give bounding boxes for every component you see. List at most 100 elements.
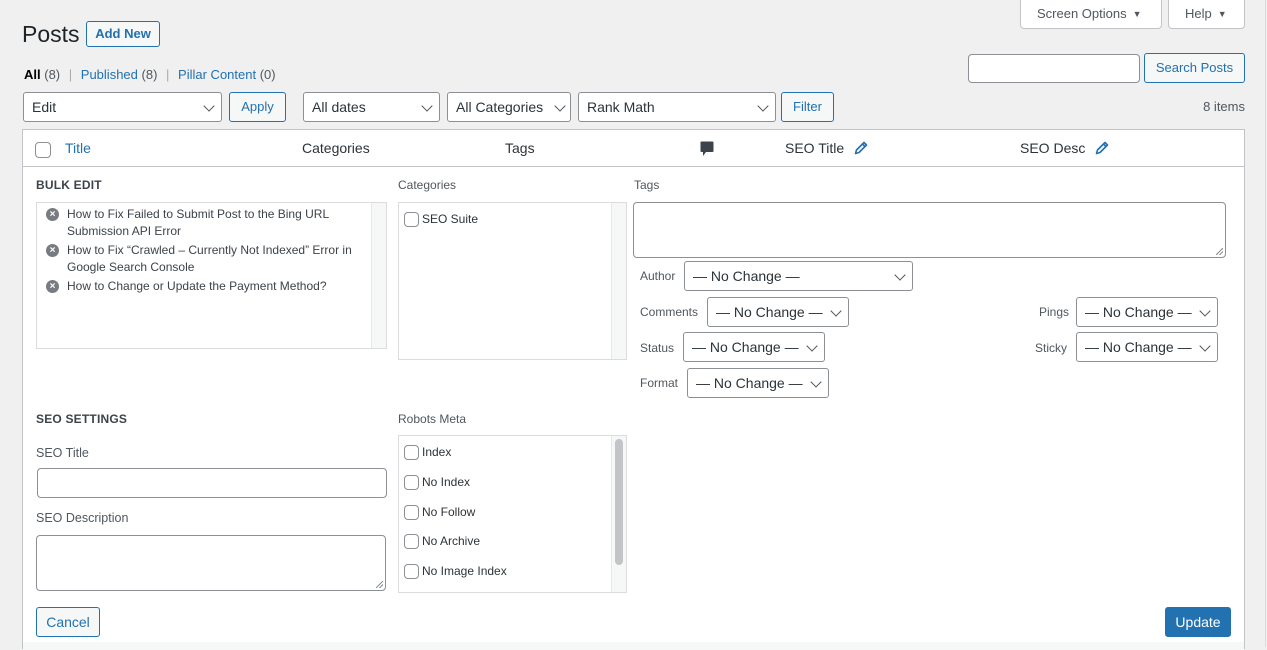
search-input[interactable] bbox=[968, 54, 1140, 83]
robots-label: No Index bbox=[422, 475, 471, 489]
robots-item[interactable]: No Archive bbox=[404, 534, 480, 549]
comment-bubble-icon[interactable] bbox=[700, 141, 714, 160]
robots-checkbox[interactable] bbox=[404, 534, 419, 549]
posts-table: Title Categories Tags SEO Title SEO Desc… bbox=[22, 129, 1245, 650]
sticky-select[interactable]: — No Change — bbox=[1076, 332, 1218, 362]
robots-checkbox[interactable] bbox=[404, 445, 419, 460]
filter-button[interactable]: Filter bbox=[781, 92, 834, 122]
cancel-button[interactable]: Cancel bbox=[36, 607, 100, 637]
tags-textarea[interactable] bbox=[633, 202, 1226, 258]
resize-handle-icon[interactable] bbox=[1216, 248, 1223, 255]
remove-post-icon[interactable]: × bbox=[46, 280, 59, 293]
view-all-count: (8) bbox=[44, 67, 61, 82]
column-title[interactable]: Title bbox=[65, 140, 91, 156]
pings-select[interactable]: — No Change — bbox=[1076, 297, 1218, 327]
bulk-action-select[interactable]: Edit bbox=[23, 92, 222, 122]
tags-label: Tags bbox=[634, 178, 660, 192]
pencil-icon[interactable] bbox=[1095, 141, 1109, 155]
pings-value: — No Change — bbox=[1085, 304, 1192, 320]
view-published[interactable]: Published bbox=[81, 67, 138, 82]
bulk-title-text: How to Fix Failed to Submit Post to the … bbox=[67, 207, 329, 238]
bulk-edit-heading: BULK EDIT bbox=[36, 178, 102, 192]
seo-description-textarea[interactable] bbox=[36, 535, 386, 591]
post-status-views: All (8) | Published (8) | Pillar Content… bbox=[24, 67, 276, 82]
column-seo-desc-label: SEO Desc bbox=[1020, 140, 1086, 156]
column-tags: Tags bbox=[505, 140, 535, 156]
remove-post-icon[interactable]: × bbox=[46, 208, 59, 221]
resize-handle-icon[interactable] bbox=[376, 581, 383, 588]
comments-select[interactable]: — No Change — bbox=[707, 297, 849, 327]
scrollbar[interactable] bbox=[371, 203, 386, 348]
column-seo-title-label: SEO Title bbox=[785, 140, 845, 156]
chevron-down-icon bbox=[1199, 340, 1211, 352]
search-posts-button[interactable]: Search Posts bbox=[1144, 53, 1245, 83]
bulk-title-text: How to Fix “Crawled – Currently Not Inde… bbox=[67, 243, 352, 274]
seo-filter-value: Rank Math bbox=[587, 99, 655, 115]
robots-item[interactable]: No Index bbox=[404, 475, 470, 490]
help-button[interactable]: Help ▼ bbox=[1168, 0, 1245, 29]
bulk-title-text: How to Change or Update the Payment Meth… bbox=[67, 279, 327, 293]
help-label: Help bbox=[1185, 6, 1212, 21]
category-item[interactable]: SEO Suite bbox=[404, 212, 478, 227]
chevron-down-icon bbox=[806, 340, 818, 352]
add-new-button[interactable]: Add New bbox=[86, 21, 160, 47]
dropdown-arrow-icon: ▼ bbox=[1217, 9, 1227, 19]
robots-item[interactable]: Index bbox=[404, 445, 451, 460]
remove-post-icon[interactable]: × bbox=[46, 244, 59, 257]
select-all-checkbox[interactable] bbox=[35, 142, 51, 158]
robots-label: No Follow bbox=[422, 505, 476, 519]
apply-button[interactable]: Apply bbox=[229, 92, 286, 122]
category-checkbox[interactable] bbox=[404, 212, 419, 227]
view-separator: | bbox=[68, 67, 73, 82]
view-pillar-content-count: (0) bbox=[259, 67, 276, 82]
chevron-down-icon bbox=[894, 269, 906, 281]
author-label: Author bbox=[640, 269, 676, 283]
view-separator: | bbox=[166, 67, 170, 82]
robots-label: No Archive bbox=[422, 534, 481, 548]
scrollbar-thumb[interactable] bbox=[615, 439, 623, 565]
seo-title-input[interactable] bbox=[37, 468, 387, 498]
robots-checkbox[interactable] bbox=[404, 564, 419, 579]
column-seo-title: SEO Title bbox=[785, 140, 868, 156]
category-filter-select[interactable]: All Categories bbox=[447, 92, 571, 122]
author-select[interactable]: — No Change — bbox=[684, 261, 913, 291]
view-all[interactable]: All bbox=[24, 67, 41, 82]
pencil-icon[interactable] bbox=[854, 141, 868, 155]
scrollbar[interactable] bbox=[611, 203, 626, 359]
robots-item[interactable]: No Follow bbox=[404, 505, 475, 520]
chevron-down-icon bbox=[757, 100, 769, 112]
date-filter-select[interactable]: All dates bbox=[303, 92, 440, 122]
view-pillar-content[interactable]: Pillar Content bbox=[178, 67, 256, 82]
categories-checklist: SEO Suite bbox=[398, 202, 627, 360]
items-count: 8 items bbox=[1203, 99, 1245, 114]
chevron-down-icon bbox=[810, 376, 822, 388]
screen-options-button[interactable]: Screen Options ▼ bbox=[1020, 0, 1162, 29]
seo-filter-select[interactable]: Rank Math bbox=[578, 92, 776, 122]
comments-label: Comments bbox=[640, 305, 699, 319]
status-select[interactable]: — No Change — bbox=[683, 332, 825, 362]
page-edge bbox=[1265, 0, 1266, 647]
chevron-down-icon bbox=[830, 305, 842, 317]
sticky-label: Sticky bbox=[1035, 341, 1068, 355]
update-button[interactable]: Update bbox=[1165, 607, 1231, 637]
scrollbar-track[interactable] bbox=[611, 436, 626, 592]
screen-options-label: Screen Options bbox=[1037, 6, 1127, 21]
status-value: — No Change — bbox=[692, 339, 799, 355]
format-label: Format bbox=[640, 376, 679, 390]
format-select[interactable]: — No Change — bbox=[687, 368, 829, 398]
table-header: Title Categories Tags SEO Title SEO Desc bbox=[23, 130, 1244, 167]
date-filter-value: All dates bbox=[312, 99, 366, 115]
robots-meta-label: Robots Meta bbox=[398, 412, 467, 426]
bulk-title-item: × How to Fix “Crawled – Currently Not In… bbox=[46, 242, 356, 276]
robots-checkbox[interactable] bbox=[404, 505, 419, 520]
robots-label: Index bbox=[422, 445, 452, 459]
robots-checkbox[interactable] bbox=[404, 475, 419, 490]
column-categories: Categories bbox=[302, 140, 370, 156]
robots-item[interactable]: No Image Index bbox=[404, 564, 507, 579]
format-value: — No Change — bbox=[696, 375, 803, 391]
bulk-title-item: × How to Change or Update the Payment Me… bbox=[46, 278, 356, 295]
bulk-title-item: × How to Fix Failed to Submit Post to th… bbox=[46, 206, 356, 240]
status-label: Status bbox=[640, 341, 675, 355]
category-filter-value: All Categories bbox=[456, 99, 544, 115]
chevron-down-icon bbox=[1199, 305, 1211, 317]
